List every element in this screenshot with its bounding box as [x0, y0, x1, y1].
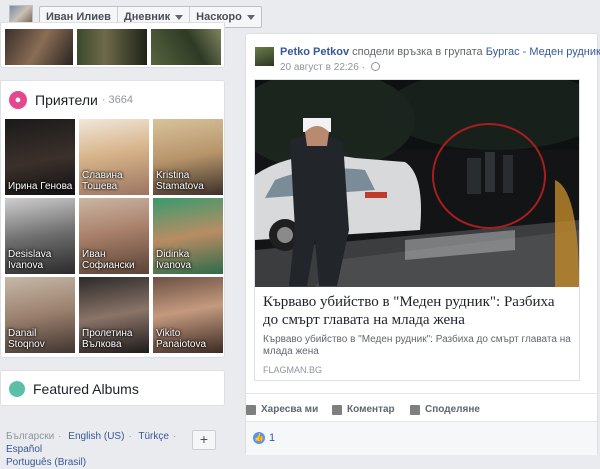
link-description: Кърваво убийство в "Меден рудник": Разби… [263, 334, 571, 357]
post-header: Petko Petkov сподели връзка в групата Бу… [280, 46, 600, 58]
link-image[interactable] [255, 80, 579, 287]
feed-post: Petko Petkov сподели връзка в групата Бу… [245, 33, 600, 455]
friends-panel: ● Приятели · 3664 Ирина Генова Славина Т… [0, 80, 225, 358]
photo-thumb[interactable] [151, 29, 221, 65]
share-button[interactable]: Споделяне [410, 404, 480, 415]
language-current: Български [6, 431, 55, 442]
share-icon [410, 404, 420, 415]
chevron-down-icon [175, 14, 184, 20]
friend-name[interactable]: Danail Stoqnov [8, 328, 73, 350]
friend-name[interactable]: Пролетина Вълкова [82, 328, 147, 350]
friend-tile[interactable]: Ирина Генова [5, 119, 75, 195]
post-timestamp: 20 август в 22:26 · [280, 62, 380, 73]
post-author[interactable]: Petko Petkov [280, 46, 349, 58]
post-date-separator: · [361, 62, 365, 73]
featured-albums-panel: Featured Albums [0, 370, 225, 406]
language-link[interactable]: English (US) [68, 431, 124, 442]
friend-name[interactable]: Kristina Stamatova [156, 170, 221, 192]
featured-albums-title[interactable]: Featured Albums [33, 381, 139, 397]
like-button[interactable]: Харесва ми [246, 404, 318, 415]
language-link[interactable]: Português (Brasil) [6, 457, 86, 468]
link-photo-svg [255, 80, 579, 287]
friends-count: · 3664 [101, 94, 134, 106]
post-action-text: сподели връзка в групата [352, 46, 483, 58]
friend-tile[interactable]: Vikito Panaiotova [153, 277, 223, 353]
friend-name[interactable]: Иван Софиански [82, 249, 147, 271]
friend-tile[interactable]: Славина Тошева [79, 119, 149, 195]
friend-name[interactable]: Didinka Ivanova [156, 249, 221, 271]
friend-name[interactable]: Desislava Ivanova [8, 249, 73, 271]
like-count[interactable]: 1 [269, 432, 275, 444]
friend-name[interactable]: Славина Тошева [82, 170, 147, 192]
friends-title[interactable]: Приятели [35, 92, 98, 108]
link-preview[interactable]: Кърваво убийство в "Меден рудник": Разби… [254, 79, 580, 381]
globe-icon [370, 62, 380, 71]
author-avatar[interactable] [255, 47, 274, 66]
friends-icon: ● [9, 91, 27, 109]
friend-name[interactable]: Ирина Генова [8, 181, 73, 192]
chevron-down-icon [246, 14, 255, 20]
photos-panel [0, 22, 225, 68]
friend-tile[interactable]: Desislava Ivanova [5, 198, 75, 274]
link-source: FLAGMAN.BG [263, 365, 323, 375]
friend-tile[interactable]: Kristina Stamatova [153, 119, 223, 195]
photo-thumb[interactable] [77, 29, 147, 65]
friend-tile[interactable]: Didinka Ivanova [153, 198, 223, 274]
friends-header: ● Приятели · 3664 [9, 91, 133, 109]
comment-icon [332, 404, 342, 415]
thumb-up-icon [246, 404, 256, 415]
friend-tile[interactable]: Иван Софиански [79, 198, 149, 274]
friend-name[interactable]: Vikito Panaiotova [156, 328, 221, 350]
photo-thumb[interactable] [5, 29, 73, 65]
like-reaction-icon: 👍 [253, 432, 265, 444]
friend-tile[interactable]: Danail Stoqnov [5, 277, 75, 353]
friends-grid: Ирина Генова Славина Тошева Kristina Sta… [5, 119, 223, 353]
albums-icon [9, 381, 25, 397]
friend-tile[interactable]: Пролетина Вълкова [79, 277, 149, 353]
more-languages-button[interactable]: + [192, 430, 216, 450]
post-group-link[interactable]: Бургас - Меден рудник [486, 46, 600, 58]
link-title[interactable]: Кърваво убийство в "Меден рудник": Разби… [263, 293, 573, 329]
comment-button[interactable]: Коментар [332, 404, 395, 415]
language-link[interactable]: Türkçe [138, 431, 169, 442]
post-date[interactable]: 20 август в 22:26 [280, 62, 359, 73]
